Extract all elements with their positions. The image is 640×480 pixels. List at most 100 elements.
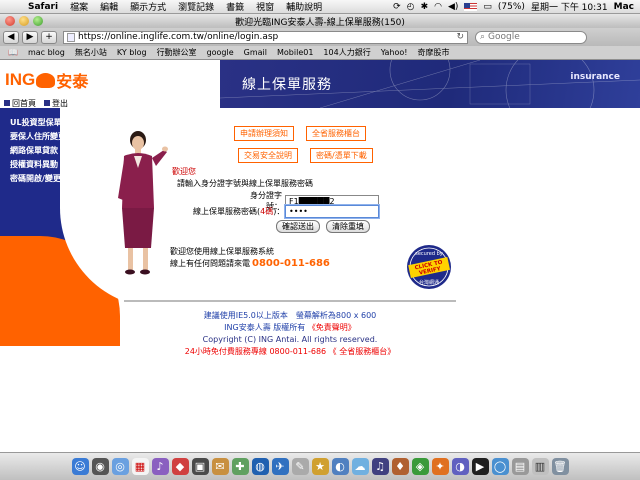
nav-logout-link[interactable]: 登出 (44, 98, 68, 108)
app-icon-13[interactable]: ◈ (411, 458, 429, 475)
search-field[interactable]: ⌕ Google (475, 30, 587, 44)
dock: ☺ ◉ ◎ ▦ ♪ ◆ ▣ ✉ ✚ ◍ ✈ ✎ ★ ◐ ☁ ♫ ♦ ◈ ✦ ◑ … (0, 452, 640, 480)
menu-help[interactable]: 輔助說明 (280, 0, 328, 13)
app-icon-12[interactable]: ♦ (391, 458, 409, 475)
battery-icon[interactable]: ▭ (483, 2, 492, 12)
menu-bookmarks[interactable]: 書籤 (220, 0, 250, 13)
reload-icon[interactable]: ↻ (456, 32, 467, 42)
menu-app[interactable]: Safari (22, 2, 64, 12)
menu-history[interactable]: 瀏覽記錄 (172, 0, 220, 13)
nav-home-label: 回首頁 (12, 98, 36, 108)
search-placeholder: Google (488, 32, 520, 42)
dashboard-icon[interactable]: ◉ (91, 458, 109, 475)
bluetooth-icon[interactable]: ✱ (421, 2, 429, 12)
sidebar-item-authorization[interactable]: 授權資料異動 (10, 160, 108, 170)
wifi-icon[interactable]: ◠ (434, 2, 442, 12)
itunes-icon[interactable]: ♪ (151, 458, 169, 475)
bookmark-item[interactable]: 無名小站 (75, 47, 107, 58)
app-icon-9[interactable]: ◐ (331, 458, 349, 475)
bookmark-item[interactable]: google (207, 48, 234, 57)
bookmark-item[interactable]: Yahoo! (381, 48, 408, 57)
bookmark-item[interactable]: Gmail (244, 48, 267, 57)
clear-button[interactable]: 清除重填 (326, 220, 370, 233)
home-icon (4, 100, 10, 106)
close-icon[interactable] (5, 16, 15, 26)
volume-icon[interactable]: ◀) (448, 2, 458, 12)
url-text[interactable]: https://online.inglife.com.tw/online/log… (78, 32, 278, 42)
battery-text: (75%) (497, 1, 525, 12)
ical-icon[interactable]: ▦ (131, 458, 149, 475)
bookmarks-icon[interactable]: 📖 (8, 48, 18, 57)
app-icon-6[interactable]: ✈ (271, 458, 289, 475)
sidebar-item-address-change[interactable]: 要保人住所變更 (10, 132, 108, 142)
finder-icon[interactable]: ☺ (71, 458, 89, 475)
menu-file[interactable]: 檔案 (64, 0, 94, 13)
sidebar-item-ul-change[interactable]: UL投資型保單內容變更 (10, 118, 108, 128)
secured-seal-icon[interactable]: secured by CLICK TO VERIFY 台灣網通 (406, 244, 452, 290)
app-icon-7[interactable]: ✎ (291, 458, 309, 475)
address-bar[interactable]: https://online.inglife.com.tw/online/log… (63, 30, 468, 44)
app-icon-11[interactable]: ♫ (371, 458, 389, 475)
sidebar-item-policy-loan[interactable]: 網路保單貸款 (10, 146, 108, 156)
app-icon-3[interactable]: ✉ (211, 458, 229, 475)
trash-icon[interactable]: 🗑 (551, 458, 569, 475)
zoom-icon[interactable] (33, 16, 43, 26)
search-icon: ⌕ (480, 32, 486, 42)
browser-toolbar: ◀ ▶ + https://online.inglife.com.tw/onli… (0, 28, 640, 46)
bookmarks-bar: 📖 mac blog 無名小站 KY blog 行動辦公室 google Gma… (0, 46, 640, 60)
bookmark-item[interactable]: mac blog (28, 48, 65, 57)
submit-button[interactable]: 確認送出 (276, 220, 320, 233)
hotline-text: 線上有任何問題請來電 0800-011-686 (170, 258, 330, 269)
disclaimer-link[interactable]: 《免責聲明》 (308, 323, 356, 332)
menubar-user[interactable]: Mac (614, 2, 634, 12)
menu-window[interactable]: 視窗 (250, 0, 280, 13)
minimize-icon[interactable] (19, 16, 29, 26)
security-info-button[interactable]: 交易安全說明 (238, 148, 298, 163)
password-download-button[interactable]: 密碼/憑單下載 (310, 148, 373, 163)
app-icon-4[interactable]: ✚ (231, 458, 249, 475)
app-icon-8[interactable]: ★ (311, 458, 329, 475)
menu-view[interactable]: 顯示方式 (124, 0, 172, 13)
footer-copyright-en: Copyright (C) ING Antai. All rights rese… (202, 335, 378, 344)
apply-notice-button[interactable]: 申請辦理須知 (234, 126, 294, 141)
app-icon-2[interactable]: ▣ (191, 458, 209, 475)
back-button[interactable]: ◀ (3, 30, 19, 44)
footer-browser-note: 建議使用IE5.0以上版本 螢幕解析為800 x 600 (203, 311, 377, 320)
banner-title: 線上保單服務 (242, 77, 332, 93)
new-tab-button[interactable]: + (41, 30, 57, 44)
bookmark-item[interactable]: Mobile01 (277, 48, 313, 57)
divider (124, 300, 456, 302)
app-icon-14[interactable]: ✦ (431, 458, 449, 475)
password-input[interactable] (285, 205, 379, 218)
menu-edit[interactable]: 編輯 (94, 0, 124, 13)
bookmark-item[interactable]: KY blog (117, 48, 147, 57)
sync-icon[interactable]: ⟳ (393, 2, 401, 12)
forward-button[interactable]: ▶ (22, 30, 38, 44)
app-icon-16[interactable]: ▶ (471, 458, 489, 475)
app-icon-15[interactable]: ◑ (451, 458, 469, 475)
safari-dock-icon[interactable]: ◎ (111, 458, 129, 475)
nav-logout-label: 登出 (52, 98, 68, 108)
app-icon-1[interactable]: ◆ (171, 458, 189, 475)
ing-logo[interactable]: ING 安泰 (5, 68, 88, 92)
sidebar-item-password[interactable]: 密碼開啟/變更 (10, 174, 108, 184)
menubar-clock[interactable]: 星期一 下午 10:31 (531, 0, 608, 13)
app-icon-19[interactable]: ▥ (531, 458, 549, 475)
hotline-number: 0800-011-686 (252, 258, 330, 269)
sidebar: UL投資型保單內容變更 要保人住所變更 網路保單貸款 授權資料異動 密碼開啟/變… (0, 108, 180, 346)
bookmark-item[interactable]: 奇摩股市 (417, 47, 449, 58)
site-header: ING 安泰 線上保單服務 insurance 回首頁 登出 (0, 60, 640, 108)
logout-icon (44, 100, 50, 106)
logo-latin: ING (5, 70, 36, 89)
time-machine-icon[interactable]: ◴ (407, 2, 415, 12)
app-icon-17[interactable]: ◯ (491, 458, 509, 475)
app-icon-5[interactable]: ◍ (251, 458, 269, 475)
nav-home-link[interactable]: 回首頁 (4, 98, 36, 108)
input-flag-icon[interactable] (464, 2, 478, 11)
bookmark-item[interactable]: 行動辦公室 (157, 47, 197, 58)
app-icon-18[interactable]: ▤ (511, 458, 529, 475)
app-icon-10[interactable]: ☁ (351, 458, 369, 475)
bookmark-item[interactable]: 104人力銀行 (323, 47, 370, 58)
footer-hotline[interactable]: 24小時免付費服務專線 0800-011-686 《 全省服務櫃台》 (124, 346, 456, 358)
branch-button[interactable]: 全省服務櫃台 (306, 126, 366, 141)
